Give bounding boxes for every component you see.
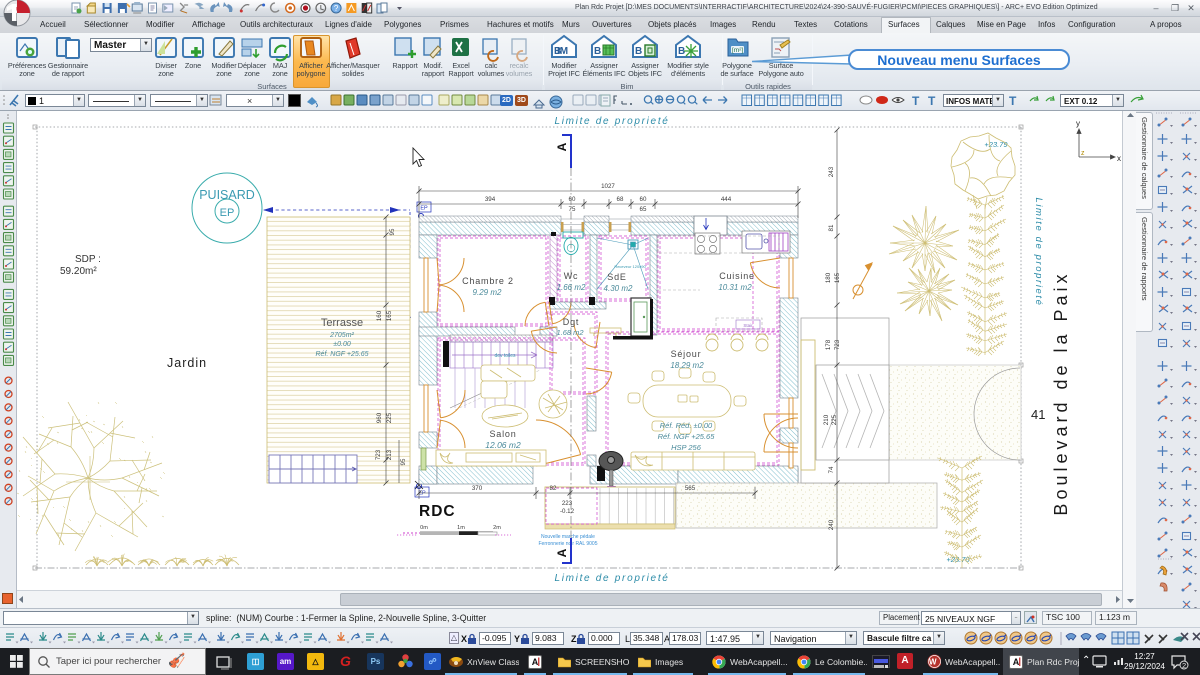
svg-text:EP: EP	[418, 491, 426, 497]
svg-text:Nouvelle marche pédale: Nouvelle marche pédale	[541, 534, 595, 540]
svg-text:Ferronnerie noir RAL 9005: Ferronnerie noir RAL 9005	[538, 541, 597, 547]
svg-text:EP: EP	[220, 207, 235, 219]
svg-text:165: 165	[834, 272, 841, 283]
svg-text:243: 243	[828, 166, 835, 177]
svg-text:9.29 m2: 9.29 m2	[473, 288, 502, 297]
svg-text:Salon: Salon	[489, 429, 516, 439]
svg-text:723: 723	[375, 449, 382, 460]
svg-text:1027: 1027	[601, 183, 615, 190]
svg-text:x: x	[1117, 154, 1121, 163]
svg-text:RDC: RDC	[419, 503, 456, 520]
svg-text:370: 370	[472, 485, 483, 492]
svg-text:y: y	[1076, 119, 1080, 128]
svg-text:+23.79: +23.79	[984, 140, 1008, 149]
svg-text:82: 82	[550, 485, 557, 492]
svg-text:Terrasse: Terrasse	[321, 317, 363, 329]
svg-text:225: 225	[831, 414, 838, 425]
svg-text:W: W	[929, 658, 937, 667]
svg-text:68: 68	[617, 196, 624, 203]
svg-text:0m: 0m	[420, 525, 428, 531]
svg-text:T: T	[928, 94, 936, 108]
svg-text:B: B	[594, 46, 601, 57]
svg-text:394: 394	[485, 196, 496, 203]
svg-text:60: 60	[569, 196, 576, 203]
svg-text:z: z	[1081, 150, 1085, 157]
svg-text:Limite de proprieté: Limite de proprieté	[554, 573, 669, 584]
svg-text:Wc: Wc	[564, 271, 579, 281]
svg-text:A: A	[555, 548, 569, 557]
svg-text:Chambre 2: Chambre 2	[462, 276, 514, 286]
svg-text:A: A	[555, 142, 569, 151]
svg-text:444: 444	[721, 196, 732, 203]
svg-text:240: 240	[828, 519, 835, 530]
svg-text:Cuisine: Cuisine	[719, 271, 755, 281]
svg-text:12.06 m2: 12.06 m2	[485, 440, 521, 450]
svg-text:?: ?	[334, 4, 339, 13]
svg-text:75: 75	[569, 206, 576, 213]
svg-text:95: 95	[400, 458, 407, 465]
svg-text:1.66 m2: 1.66 m2	[557, 283, 586, 292]
svg-text:565: 565	[685, 485, 696, 492]
svg-text:HSP 256: HSP 256	[671, 443, 702, 452]
svg-text:160: 160	[376, 310, 383, 321]
svg-text:178: 178	[825, 339, 832, 350]
svg-text:Limite de proprieté: Limite de proprieté	[554, 116, 669, 127]
svg-text:Stair: Stair	[743, 323, 753, 328]
svg-text:Dgt: Dgt	[563, 317, 579, 327]
svg-text:95: 95	[389, 228, 396, 235]
svg-text:T: T	[1009, 94, 1017, 108]
svg-text:210: 210	[823, 414, 830, 425]
svg-text:Receveur 120x90: Receveur 120x90	[614, 264, 646, 269]
svg-text:180: 180	[825, 272, 832, 283]
svg-text:T: T	[912, 94, 920, 108]
svg-text:SdE: SdE	[607, 272, 626, 282]
svg-text:65: 65	[640, 206, 647, 213]
svg-text:41: 41	[1031, 407, 1045, 422]
svg-text:1.68 m2: 1.68 m2	[556, 328, 584, 337]
svg-text:IM: IM	[557, 46, 568, 57]
svg-text:60: 60	[640, 196, 647, 203]
svg-text:960: 960	[376, 412, 383, 423]
svg-text:Réf. Réd. ±0.00: Réf. Réd. ±0.00	[660, 421, 713, 430]
svg-text:225: 225	[386, 412, 393, 423]
svg-text:dev toiles: dev toiles	[494, 353, 516, 359]
svg-text:±0.00: ±0.00	[333, 341, 351, 348]
svg-text:59.20m²: 59.20m²	[60, 266, 97, 277]
svg-text:SDP :: SDP :	[75, 254, 101, 265]
svg-text:Jardin: Jardin	[167, 356, 207, 370]
svg-text:1m: 1m	[457, 525, 465, 531]
svg-text:2705m²: 2705m²	[329, 332, 354, 339]
svg-text:Séjour: Séjour	[671, 349, 702, 359]
svg-text:PUISARD: PUISARD	[199, 188, 255, 202]
svg-text:4.30 m2: 4.30 m2	[604, 284, 633, 293]
svg-text:Réf. NGF +25.65: Réf. NGF +25.65	[658, 432, 716, 441]
svg-text:Réf. NGF +25.65: Réf. NGF +25.65	[316, 351, 369, 358]
svg-text:Limite de proprieté: Limite de proprieté	[1033, 197, 1044, 306]
svg-text:18.29 m2: 18.29 m2	[670, 361, 704, 370]
svg-text:74: 74	[828, 466, 835, 473]
svg-text:165: 165	[386, 310, 393, 321]
svg-text:723: 723	[834, 339, 841, 350]
svg-text:81: 81	[828, 224, 835, 231]
svg-text:B: B	[635, 46, 642, 57]
svg-text:2: 2	[1182, 661, 1186, 670]
svg-text:-0.12: -0.12	[560, 508, 575, 515]
svg-text:2m: 2m	[493, 525, 501, 531]
svg-text:213: 213	[386, 449, 393, 460]
svg-text:EP: EP	[420, 206, 428, 212]
svg-text:[m²]: [m²]	[732, 47, 743, 54]
svg-text:10.31 m2: 10.31 m2	[718, 283, 752, 292]
svg-text:Boulevard de la Paix: Boulevard de la Paix	[1051, 270, 1071, 515]
